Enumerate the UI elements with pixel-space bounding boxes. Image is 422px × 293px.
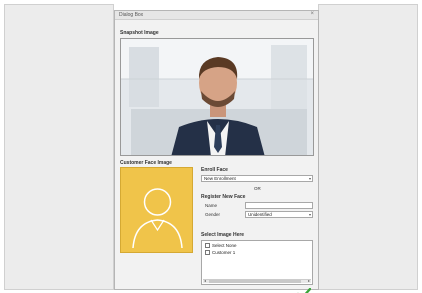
list-item-label: Select None bbox=[212, 243, 237, 248]
or-text: OR bbox=[254, 186, 261, 191]
enroll-select[interactable]: New Enrollment ▾ bbox=[201, 175, 313, 182]
list-item[interactable]: Select None bbox=[205, 243, 237, 248]
enroll-select-value: New Enrollment bbox=[204, 176, 236, 181]
list-item-label: Customer 1 bbox=[212, 250, 236, 255]
checkbox[interactable] bbox=[205, 250, 210, 255]
checkmark-icon bbox=[297, 287, 312, 293]
close-icon[interactable]: × bbox=[310, 11, 314, 17]
name-label: Name bbox=[205, 203, 218, 208]
register-label: Register New Face bbox=[201, 194, 246, 200]
image-listbox[interactable]: Select None Customer 1 ◂ ▸ bbox=[201, 240, 313, 285]
dialog-window: Dialog Box × Snapshot Image Customer Fac… bbox=[114, 10, 319, 293]
scroll-right-icon[interactable]: ▸ bbox=[308, 278, 310, 283]
list-item[interactable]: Customer 1 bbox=[205, 250, 235, 255]
face-image bbox=[120, 167, 193, 253]
dialog-title: Dialog Box bbox=[119, 12, 144, 18]
background-panel-right bbox=[318, 4, 418, 290]
dialog-titlebar: Dialog Box × bbox=[115, 11, 318, 20]
confirm-button[interactable] bbox=[297, 287, 312, 293]
user-avatar-icon bbox=[132, 188, 183, 249]
snapshot-photo bbox=[121, 39, 313, 155]
gender-label: Gender bbox=[205, 212, 221, 217]
background-panel-left bbox=[4, 4, 114, 290]
chevron-down-icon: ▾ bbox=[308, 212, 311, 217]
horizontal-scrollbar[interactable]: ◂ ▸ bbox=[203, 278, 311, 283]
enroll-face-label: Enroll Face bbox=[201, 167, 228, 173]
snapshot-image bbox=[120, 38, 314, 156]
snapshot-label: Snapshot Image bbox=[120, 30, 159, 36]
checkbox[interactable] bbox=[205, 243, 210, 248]
scroll-left-icon[interactable]: ◂ bbox=[204, 278, 206, 283]
chevron-down-icon: ▾ bbox=[308, 176, 311, 181]
gender-select[interactable]: Unidentified ▾ bbox=[245, 211, 313, 218]
select-image-label: Select Image Here bbox=[201, 232, 245, 238]
face-label: Customer Face Image bbox=[120, 160, 172, 166]
scrollbar-thumb[interactable] bbox=[209, 280, 301, 283]
gender-select-value: Unidentified bbox=[248, 212, 272, 217]
name-field[interactable] bbox=[245, 202, 313, 209]
